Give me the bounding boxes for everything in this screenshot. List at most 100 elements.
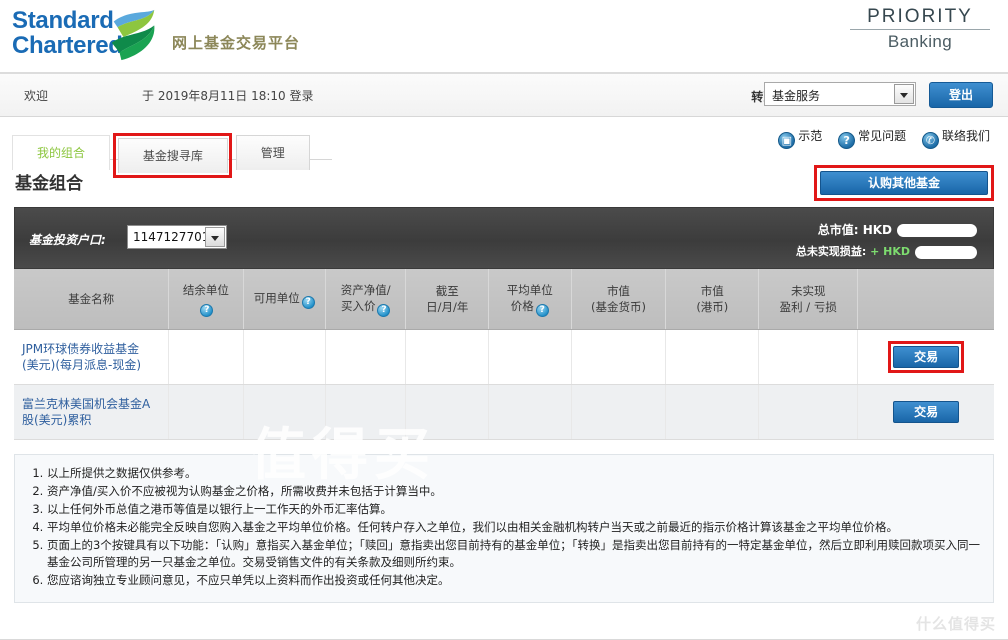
help-icon[interactable]: ? — [377, 303, 391, 317]
note-item: 页面上的3个按键具有以下功能：「认购」意指买入基金单位；「赎回」意指卖出您目前持… — [47, 537, 981, 571]
cell-fund-name[interactable]: 富兰克林美国机会基金A 股(美元)累积 — [14, 384, 170, 440]
account-select[interactable]: 114712770101 — [127, 225, 227, 249]
col-fund-name: 基金名称 — [14, 269, 170, 330]
link-contact-us[interactable]: ✆ 联络我们 — [921, 127, 990, 149]
col-unrealized-pl-line1: 未实现 — [790, 284, 826, 298]
note-item: 平均单位价格未必能完全反映自您购入基金之平均单位价格。任何转户存入之单位，我们以… — [47, 519, 981, 536]
cell-avg-unit-price — [488, 329, 572, 385]
account-bar: 基金投资户口: 114712770101 总市值: HKD 总未实现损益: + … — [14, 207, 994, 269]
col-market-value-hkd-line1: 市值 — [700, 284, 724, 298]
cell-unrealized-pl — [758, 384, 859, 440]
disclaimer-notes: 以上所提供之数据仅供参考。 资产净值/买入价不应被视为认购基金之价格，所需收费并… — [14, 454, 994, 603]
col-available-units-label: 可用单位 — [253, 290, 300, 305]
logout-button[interactable]: 登出 — [929, 82, 993, 108]
priority-line-1: PRIORITY — [850, 6, 990, 30]
total-market-value: 总市值: HKD — [796, 221, 977, 238]
note-item: 您应谘询独立专业顾问意见，不应只单凭以上资料而作出投资或任何其他决定。 — [47, 572, 981, 589]
cell-action: 交易 — [857, 384, 994, 440]
col-as-of-date-line1: 截至 — [435, 284, 459, 298]
col-actions — [857, 269, 994, 330]
cell-avg-unit-price — [488, 384, 572, 440]
trade-button-highlight: 交易 — [888, 341, 965, 373]
total-unrealized-label: 总未实现损益: — [795, 245, 867, 258]
help-icon[interactable]: ? — [301, 295, 315, 309]
col-unrealized-pl-line2: 盈利 / 亏损 — [779, 300, 837, 314]
link-demo-label: 示范 — [798, 129, 823, 143]
total-unrealized-pl: 总未实现损益: + HKD — [796, 243, 977, 259]
help-icon[interactable]: ? — [200, 303, 214, 317]
col-avg-unit-price: 平均单位 价格? — [488, 269, 572, 330]
chevron-down-icon[interactable] — [894, 84, 914, 104]
col-nav-price-line1: 资产净值/ — [340, 282, 391, 297]
link-contact-us-label: 联络我们 — [941, 129, 990, 143]
chevron-down-icon[interactable] — [205, 227, 225, 247]
col-avg-unit-price-line2: 价格 — [510, 298, 534, 313]
account-totals: 总市值: HKD 总未实现损益: + HKD — [796, 221, 977, 259]
note-item: 资产净值/买入价不应被视为认购基金之价格，所需收费并未包括于计算当中。 — [47, 483, 981, 500]
note-item: 以上任何外币总值之港币等值是以银行上一工作天的外币汇率估算。 — [47, 501, 981, 518]
col-market-value-fund-ccy: 市值 (基金货币) — [571, 269, 667, 330]
total-market-value-label: 总市值: HKD — [817, 223, 892, 237]
cell-balance-units — [168, 384, 244, 440]
cell-nav-price — [325, 384, 407, 440]
table-row: 富兰克林美国机会基金A 股(美元)累积 交易 — [14, 384, 994, 440]
cell-fund-name[interactable]: JPM环球债券收益基金 (美元)(每月派息-现金) — [14, 329, 170, 385]
portfolio-panel: 基金投资户口: 114712770101 总市值: HKD 总未实现损益: + … — [14, 207, 994, 440]
tab-list: 我的组合 基金搜寻库 管理 — [12, 125, 310, 178]
cell-market-value-fund-ccy — [571, 329, 667, 385]
standard-chartered-mark-icon — [111, 9, 155, 61]
link-faq-label: 常见问题 — [858, 129, 907, 143]
platform-title: 网上基金交易平台 — [172, 34, 301, 52]
link-demo[interactable]: ▣ 示范 — [778, 127, 822, 149]
table-row: JPM环球债券收益基金 (美元)(每月派息-现金) 交易 — [14, 329, 994, 385]
cell-available-units — [243, 329, 327, 385]
fund-name-line2: (美元)(每月派息-现金) — [22, 358, 142, 372]
goto-select-value: 基金服务 — [772, 89, 821, 103]
col-nav-price-line2: 买入价 — [340, 298, 376, 313]
col-unrealized-pl: 未实现 盈利 / 亏损 — [758, 269, 859, 330]
goto-select[interactable]: 基金服务 — [764, 82, 916, 106]
welcome-bar: 欢迎 于 2019年8月11日 18:10 登录 转到: 基金服务 登出 — [0, 72, 1008, 117]
cell-nav-price — [325, 329, 407, 385]
question-icon: ? — [838, 132, 856, 149]
col-avg-unit-price-line1: 平均单位 — [506, 282, 553, 297]
cell-market-value-fund-ccy — [571, 384, 667, 440]
cell-available-units — [243, 384, 327, 440]
help-icon[interactable]: ? — [535, 303, 549, 317]
col-balance-units-label: 结余单位 — [182, 282, 229, 297]
col-balance-units: 结余单位 ? — [168, 269, 244, 330]
demo-icon: ▣ — [778, 132, 796, 149]
col-market-value-fund-ccy-line2: (基金货币) — [590, 300, 646, 314]
col-available-units: 可用单位? — [243, 269, 327, 330]
trade-button[interactable]: 交易 — [893, 346, 960, 368]
buy-other-fund-button[interactable]: 认购其他基金 — [820, 171, 988, 195]
col-market-value-fund-ccy-line1: 市值 — [606, 284, 630, 298]
contact-icon: ✆ — [921, 132, 939, 149]
priority-banking-logo: PRIORITY Banking — [850, 6, 990, 52]
total-unrealized-redacted — [915, 245, 977, 259]
page-title-row: 基金组合 认购其他基金 — [0, 163, 1008, 207]
last-login-text: 于 2019年8月11日 18:10 登录 — [142, 89, 314, 103]
account-label: 基金投资户口: — [29, 233, 106, 247]
welcome-greeting: 欢迎 — [24, 89, 49, 103]
table-header-row: 基金名称 结余单位 ? 可用单位? 资产净值/ 买入价? 截至 日/月/年 平均… — [14, 269, 994, 330]
top-help-links: ▣ 示范 ? 常见问题 ✆ 联络我们 — [766, 127, 990, 149]
buy-other-fund-highlight: 认购其他基金 — [814, 165, 994, 201]
priority-line-2: Banking — [887, 32, 953, 51]
total-unrealized-currency: + HKD — [870, 245, 910, 258]
notes-list: 以上所提供之数据仅供参考。 资产净值/买入价不应被视为认购基金之价格，所需收费并… — [27, 465, 981, 589]
link-faq[interactable]: ? 常见问题 — [838, 127, 906, 149]
col-as-of-date: 截至 日/月/年 — [405, 269, 489, 330]
trade-button[interactable]: 交易 — [893, 401, 960, 423]
holdings-table: 基金名称 结余单位 ? 可用单位? 资产净值/ 买入价? 截至 日/月/年 平均… — [14, 269, 994, 440]
fund-name-line1: 富兰克林美国机会基金A — [22, 397, 151, 411]
site-watermark: 什么值得买 — [915, 615, 996, 633]
cell-action: 交易 — [857, 329, 994, 385]
brand-header: Standard Chartered 网上基金交易平台 PRIORITY Ban… — [0, 0, 1008, 72]
cell-as-of-date — [405, 384, 489, 440]
cell-unrealized-pl — [758, 329, 859, 385]
cell-market-value-hkd — [665, 384, 760, 440]
total-market-value-redacted — [897, 224, 977, 237]
col-market-value-hkd: 市值 (港币) — [665, 269, 760, 330]
tab-bar: 我的组合 基金搜寻库 管理 ▣ 示范 ? 常见问题 ✆ 联络我们 — [0, 117, 1008, 178]
